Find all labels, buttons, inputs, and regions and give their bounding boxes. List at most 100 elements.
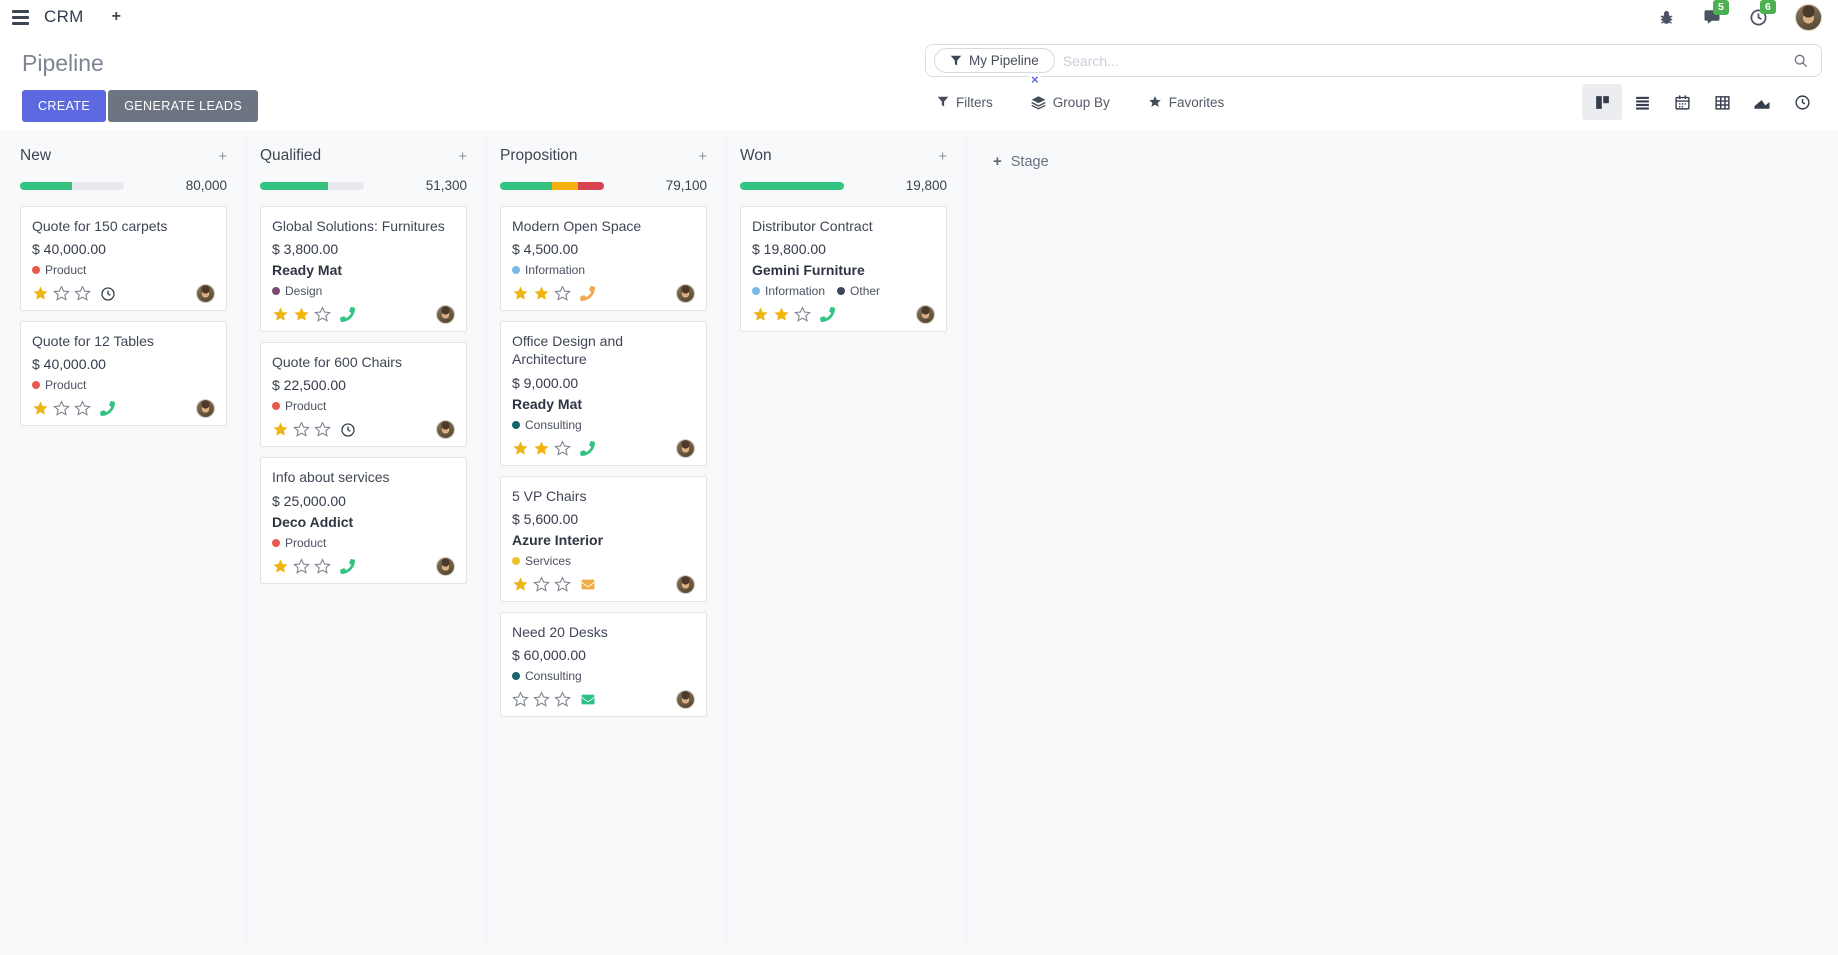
view-pivot-button[interactable] [1702, 84, 1742, 120]
user-avatar[interactable] [1795, 4, 1822, 31]
facet-my-pipeline[interactable]: My Pipeline [934, 48, 1055, 73]
card-priority-stars[interactable] [272, 421, 331, 438]
generate-leads-button[interactable]: GENERATE LEADS [108, 90, 258, 122]
column-progressbar[interactable] [20, 182, 124, 190]
search-input[interactable] [1063, 53, 1793, 69]
view-kanban-button[interactable] [1582, 84, 1622, 120]
card-priority-stars[interactable] [512, 440, 571, 457]
card-activity-icon[interactable] [100, 401, 115, 416]
kanban-card[interactable]: Need 20 Desks $ 60,000.00 Consulting [500, 612, 707, 717]
card-avatar[interactable] [676, 690, 695, 709]
messages-icon[interactable]: 5 [1702, 8, 1722, 26]
star-filled-icon[interactable] [32, 400, 49, 417]
star-filled-icon[interactable] [293, 306, 310, 323]
star-filled-icon[interactable] [512, 285, 529, 302]
add-stage-button[interactable]: + Stage [993, 153, 1049, 170]
star-empty-icon[interactable] [554, 285, 571, 302]
star-filled-icon[interactable] [533, 440, 550, 457]
column-title[interactable]: Won [740, 147, 772, 165]
kanban-card[interactable]: Quote for 150 carpets $ 40,000.00 Produc… [20, 206, 227, 311]
column-title[interactable]: Proposition [500, 147, 578, 165]
card-activity-icon[interactable] [580, 441, 595, 456]
star-filled-icon[interactable] [32, 285, 49, 302]
star-empty-icon[interactable] [314, 306, 331, 323]
star-filled-icon[interactable] [773, 306, 790, 323]
search-bar[interactable]: My Pipeline × [925, 44, 1822, 77]
star-empty-icon[interactable] [314, 421, 331, 438]
kanban-card[interactable]: Quote for 12 Tables $ 40,000.00 Product [20, 321, 227, 426]
card-activity-icon[interactable] [340, 307, 355, 322]
view-graph-button[interactable] [1742, 84, 1782, 120]
column-quick-add-icon[interactable]: + [938, 148, 947, 165]
card-activity-icon[interactable] [100, 286, 116, 302]
filters-button[interactable]: Filters [937, 95, 993, 110]
card-priority-stars[interactable] [752, 306, 811, 323]
star-empty-icon[interactable] [53, 285, 70, 302]
card-priority-stars[interactable] [32, 285, 91, 302]
star-filled-icon[interactable] [533, 285, 550, 302]
card-priority-stars[interactable] [512, 285, 571, 302]
card-activity-icon[interactable] [340, 559, 355, 574]
card-avatar[interactable] [676, 284, 695, 303]
kanban-card[interactable]: Global Solutions: Furnitures $ 3,800.00 … [260, 206, 467, 332]
add-tab-icon[interactable]: + [112, 8, 121, 26]
facet-remove-icon[interactable]: × [1029, 73, 1041, 86]
star-empty-icon[interactable] [554, 576, 571, 593]
column-title[interactable]: Qualified [260, 147, 321, 165]
app-name[interactable]: CRM [44, 7, 84, 27]
search-icon[interactable] [1793, 53, 1809, 69]
card-avatar[interactable] [436, 305, 455, 324]
card-activity-icon[interactable] [340, 422, 356, 438]
kanban-card[interactable]: 5 VP Chairs $ 5,600.00 Azure Interior Se… [500, 476, 707, 602]
star-filled-icon[interactable] [272, 558, 289, 575]
kanban-card[interactable]: Quote for 600 Chairs $ 22,500.00 Product [260, 342, 467, 447]
card-priority-stars[interactable] [512, 576, 571, 593]
star-empty-icon[interactable] [74, 285, 91, 302]
kanban-card[interactable]: Modern Open Space $ 4,500.00 Information [500, 206, 707, 311]
star-empty-icon[interactable] [293, 421, 310, 438]
view-activity-button[interactable] [1782, 84, 1822, 120]
star-filled-icon[interactable] [512, 440, 529, 457]
apps-menu-icon[interactable] [12, 10, 29, 25]
activities-clock-icon[interactable]: 6 [1749, 8, 1768, 27]
star-empty-icon[interactable] [554, 691, 571, 708]
card-priority-stars[interactable] [272, 306, 331, 323]
column-progressbar[interactable] [500, 182, 604, 190]
view-calendar-button[interactable] [1662, 84, 1702, 120]
card-avatar[interactable] [676, 575, 695, 594]
card-priority-stars[interactable] [32, 400, 91, 417]
star-empty-icon[interactable] [533, 691, 550, 708]
star-empty-icon[interactable] [512, 691, 529, 708]
card-avatar[interactable] [676, 439, 695, 458]
debug-bug-icon[interactable] [1658, 9, 1675, 26]
star-empty-icon[interactable] [794, 306, 811, 323]
card-activity-icon[interactable] [580, 286, 595, 301]
column-quick-add-icon[interactable]: + [698, 148, 707, 165]
card-priority-stars[interactable] [512, 691, 571, 708]
favorites-button[interactable]: Favorites [1148, 95, 1225, 110]
card-avatar[interactable] [196, 399, 215, 418]
star-empty-icon[interactable] [554, 440, 571, 457]
column-title[interactable]: New [20, 147, 51, 165]
card-activity-icon[interactable] [580, 693, 596, 706]
kanban-card[interactable]: Distributor Contract $ 19,800.00 Gemini … [740, 206, 947, 332]
column-progressbar[interactable] [740, 182, 844, 190]
star-empty-icon[interactable] [53, 400, 70, 417]
star-filled-icon[interactable] [272, 421, 289, 438]
star-empty-icon[interactable] [533, 576, 550, 593]
star-filled-icon[interactable] [272, 306, 289, 323]
group-by-button[interactable]: Group By [1031, 95, 1110, 110]
create-button[interactable]: CREATE [22, 90, 106, 122]
card-activity-icon[interactable] [580, 578, 596, 591]
column-quick-add-icon[interactable]: + [458, 148, 467, 165]
card-avatar[interactable] [196, 284, 215, 303]
view-list-button[interactable] [1622, 84, 1662, 120]
star-filled-icon[interactable] [512, 576, 529, 593]
column-quick-add-icon[interactable]: + [218, 148, 227, 165]
card-priority-stars[interactable] [272, 558, 331, 575]
star-empty-icon[interactable] [293, 558, 310, 575]
column-progressbar[interactable] [260, 182, 364, 190]
star-empty-icon[interactable] [74, 400, 91, 417]
card-avatar[interactable] [436, 420, 455, 439]
card-avatar[interactable] [436, 557, 455, 576]
